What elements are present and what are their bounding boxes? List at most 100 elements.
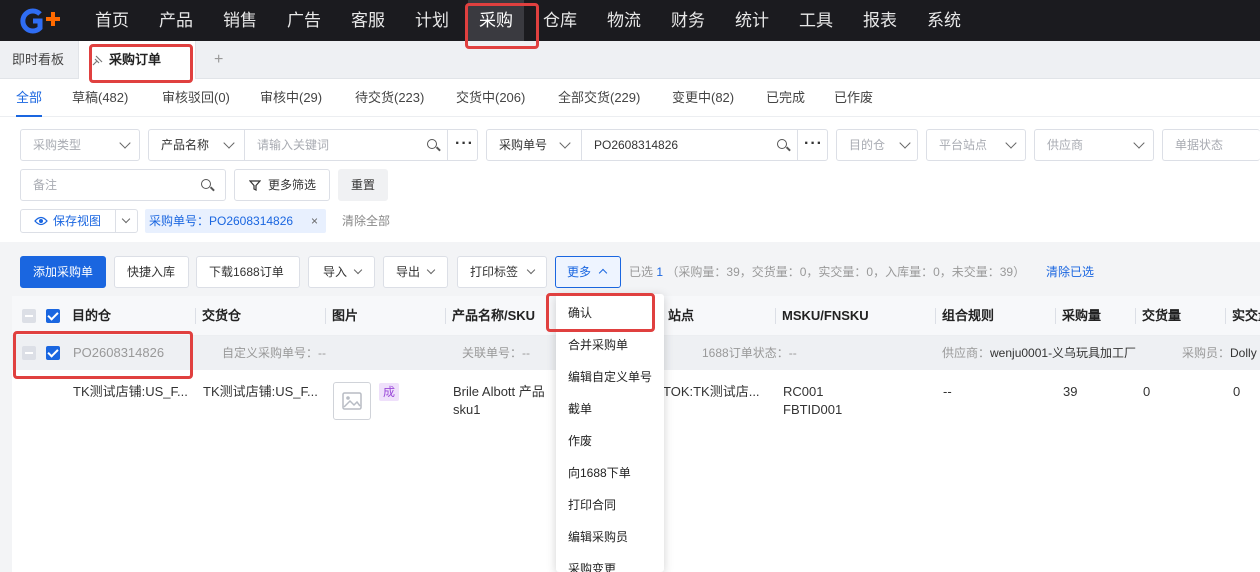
- quick-inbound-button[interactable]: 快捷入库: [114, 256, 189, 288]
- finished-product-tag: 成: [379, 383, 399, 401]
- nav-statistics[interactable]: 统计: [724, 0, 780, 41]
- pin-icon[interactable]: [92, 55, 103, 66]
- product-image[interactable]: [333, 382, 371, 420]
- purchase-type-placeholder: 采购类型: [33, 138, 82, 152]
- clear-selected-link[interactable]: 清除已选: [1046, 256, 1094, 288]
- select-all-checkbox[interactable]: [46, 309, 60, 323]
- nav-warehouse[interactable]: 仓库: [532, 0, 588, 41]
- menu-item-void[interactable]: 作废: [556, 425, 664, 457]
- more-filters-button[interactable]: 更多筛选: [234, 169, 330, 201]
- menu-item-purchase-change[interactable]: 采购变更: [556, 553, 664, 572]
- nav-ads[interactable]: 广告: [276, 0, 332, 41]
- app-logo[interactable]: [18, 8, 64, 34]
- more-button[interactable]: 更多: [555, 256, 621, 288]
- more-dots-icon[interactable]: ···: [455, 130, 474, 158]
- menu-item-order-1688[interactable]: 向1688下单: [556, 457, 664, 489]
- nav-products[interactable]: 产品: [148, 0, 204, 41]
- export-label: 导出: [396, 265, 421, 279]
- nav-reports[interactable]: 报表: [852, 0, 908, 41]
- supplier-placeholder: 供应商: [1047, 138, 1084, 152]
- supplier-select[interactable]: 供应商: [1034, 129, 1154, 161]
- status-tab-all-delivered[interactable]: 全部交货(229): [558, 79, 640, 117]
- nav-sales[interactable]: 销售: [212, 0, 268, 41]
- divider: [1055, 308, 1056, 324]
- cell-delivery-warehouse: TK测试店铺:US_F...: [203, 384, 318, 399]
- menu-item-merge-po[interactable]: 合并采购单: [556, 329, 664, 361]
- nav-purchase[interactable]: 采购: [468, 0, 524, 41]
- tab-dashboard[interactable]: 即时看板: [12, 41, 64, 79]
- chevron-down-icon[interactable]: [559, 137, 571, 149]
- collapse-toggle[interactable]: [22, 346, 36, 360]
- status-tab-delivering[interactable]: 交货中(206): [456, 79, 525, 117]
- order-1688-status: 1688订单状态：--: [702, 346, 797, 360]
- product-name-select[interactable]: 产品名称: [161, 130, 209, 160]
- custom-po-number: 自定义采购单号：--: [222, 346, 326, 360]
- nav-customer-service[interactable]: 客服: [340, 0, 396, 41]
- po-no-select[interactable]: 采购单号: [499, 130, 547, 160]
- reset-button[interactable]: 重置: [338, 169, 388, 201]
- purchase-type-select[interactable]: 采购类型: [20, 129, 140, 161]
- doc-status-select[interactable]: 单据状态: [1162, 129, 1260, 161]
- status-tab-completed[interactable]: 已完成: [766, 79, 805, 117]
- remark-input[interactable]: 备注: [20, 169, 226, 201]
- nav-finance[interactable]: 财务: [660, 0, 716, 41]
- menu-item-cut-order[interactable]: 截单: [556, 393, 664, 425]
- close-icon[interactable]: ×: [311, 209, 318, 233]
- buyer-label: 采购员：: [1182, 346, 1231, 360]
- chevron-down-icon[interactable]: [223, 137, 235, 149]
- status-tab-reviewing[interactable]: 审核中(29): [260, 79, 322, 117]
- keyword-input[interactable]: 请输入关键词: [257, 130, 329, 160]
- cell-fnsku: FBTID001: [783, 402, 843, 417]
- header-msku-fnsku: MSKU/FNSKU: [782, 308, 869, 323]
- po-number-link[interactable]: PO2608314826: [73, 336, 164, 370]
- print-label-button[interactable]: 打印标签: [457, 256, 547, 288]
- expand-all-toggle[interactable]: [22, 309, 36, 323]
- cell-sku-link[interactable]: sku1: [453, 401, 480, 419]
- menu-item-confirm[interactable]: 确认: [556, 297, 664, 329]
- nav-logistics[interactable]: 物流: [596, 0, 652, 41]
- selected-prefix: 已选: [629, 265, 654, 279]
- selected-quantity-summary: （采购量：39，交货量：0，实交量：0，入库量：0，未交量：39）: [666, 265, 1026, 279]
- add-po-button[interactable]: 添加采购单: [20, 256, 106, 288]
- platform-site-select[interactable]: 平台站点: [926, 129, 1026, 161]
- po-no-input[interactable]: PO2608314826: [594, 130, 678, 160]
- clear-all-link[interactable]: 清除全部: [342, 209, 390, 233]
- more-dots-icon[interactable]: ···: [804, 130, 823, 158]
- divider: [244, 130, 245, 160]
- nav-system[interactable]: 系统: [916, 0, 972, 41]
- row-checkbox[interactable]: [46, 346, 60, 360]
- import-button[interactable]: 导入: [308, 256, 375, 288]
- save-view-button[interactable]: 保存视图: [21, 210, 115, 232]
- destination-select[interactable]: 目的仓: [836, 129, 918, 161]
- search-icon[interactable]: [777, 139, 787, 149]
- more-label: 更多: [567, 265, 592, 279]
- status-tab-voided[interactable]: 已作废: [834, 79, 873, 117]
- more-dropdown-menu: 确认 合并采购单 编辑自定义单号 截单 作废 向1688下单 打印合同 编辑采购…: [556, 294, 664, 572]
- menu-item-edit-custom-no[interactable]: 编辑自定义单号: [556, 361, 664, 393]
- status-tab-draft[interactable]: 草稿(482): [72, 79, 128, 117]
- download-1688-button[interactable]: 下载1688订单: [196, 256, 300, 288]
- reset-label: 重置: [351, 178, 376, 192]
- status-tab-all[interactable]: 全部: [16, 79, 43, 117]
- header-destination: 目的仓: [72, 308, 112, 323]
- eye-icon: [34, 216, 48, 226]
- nav-plan[interactable]: 计划: [404, 0, 460, 41]
- status-tab-changing[interactable]: 变更中(82): [672, 79, 734, 117]
- menu-item-edit-buyer[interactable]: 编辑采购员: [556, 521, 664, 553]
- status-tab-pending-delivery[interactable]: 待交货(223): [355, 79, 424, 117]
- filter-icon: [249, 180, 261, 191]
- selected-count: 1: [656, 265, 664, 279]
- status-tab-rejected[interactable]: 审核驳回(0): [162, 79, 230, 117]
- menu-item-print-contract[interactable]: 打印合同: [556, 489, 664, 521]
- nav-home[interactable]: 首页: [84, 0, 140, 41]
- tab-purchase-order[interactable]: 采购订单: [78, 41, 196, 79]
- related-number: 关联单号：--: [462, 346, 530, 360]
- nav-tools[interactable]: 工具: [788, 0, 844, 41]
- destination-placeholder: 目的仓: [849, 138, 886, 152]
- chevron-down-icon[interactable]: [121, 214, 131, 224]
- search-icon[interactable]: [427, 139, 437, 149]
- chevron-up-icon: [598, 268, 608, 278]
- add-tab-button[interactable]: +: [214, 51, 223, 69]
- search-icon[interactable]: [201, 179, 211, 189]
- export-button[interactable]: 导出: [383, 256, 448, 288]
